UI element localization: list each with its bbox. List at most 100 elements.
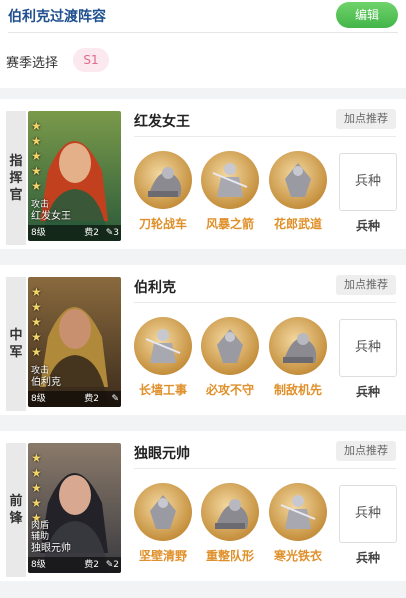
star-icon: ★ [31, 149, 42, 163]
skill-slot[interactable]: 坚壁清野 [133, 483, 193, 564]
recommend-button[interactable]: 加点推荐 [336, 275, 396, 295]
hero-cost: 费2 [84, 560, 99, 570]
faction-icon: ✎ [111, 394, 119, 404]
skill-slot[interactable]: 制敌机先 [268, 317, 328, 398]
skill-slot[interactable]: 花郎武道 [268, 151, 328, 232]
skill-slot[interactable]: 长墙工事 [133, 317, 193, 398]
portrait-info: 攻击 伯利克 [31, 366, 61, 389]
hero-name: 伯利克 [134, 280, 176, 296]
skill-icon [201, 483, 259, 541]
troop-slot[interactable]: 兵种 [339, 485, 397, 543]
season-chip[interactable]: S1 [73, 48, 109, 72]
skill-name: 寒光铁衣 [273, 549, 322, 563]
portrait-tag: 肉盾 [31, 521, 50, 531]
star-icon: ★ [31, 481, 42, 495]
skill-name: 制敌机先 [273, 383, 322, 397]
star-icon: ★ [31, 466, 42, 480]
skill-icon [134, 151, 192, 209]
position-char: 前 [9, 494, 23, 509]
hero-portrait[interactable]: ★ ★ ★ ★ ★ 攻击 伯利克 8级 费2 ✎ [28, 277, 121, 407]
position-label: 指挥官 [6, 111, 26, 245]
hero-card: 指挥官 ★ ★ ★ ★ ★ 攻击 红发女王 8级 费2 ✎3 红发女王 加点推荐 刀轮战车 风暴之箭 花郎武道… [0, 99, 406, 249]
skill-slot[interactable]: 寒光铁衣 [268, 483, 328, 564]
hero-name: 红发女王 [134, 114, 190, 130]
skill-name: 长墙工事 [138, 383, 187, 397]
season-label: 赛季选择 [6, 56, 59, 71]
skill-icon [134, 317, 192, 375]
star-icon: ★ [31, 179, 42, 193]
recommend-button[interactable]: 加点推荐 [336, 109, 396, 129]
position-char: 官 [9, 187, 23, 203]
divider [8, 32, 398, 33]
star-icon: ★ [31, 164, 42, 178]
skill-slot[interactable]: 刀轮战车 [133, 151, 193, 232]
faction-badge: ✎2 [106, 557, 119, 573]
position-char: 挥 [9, 170, 23, 186]
edit-button[interactable]: 编辑 [336, 2, 398, 28]
star-icon: ★ [31, 119, 42, 133]
star-icon: ★ [31, 330, 42, 344]
hero-level: 8级 [31, 228, 46, 238]
skill-icon [134, 483, 192, 541]
portrait-footer: 8级 费2 ✎3 [28, 225, 121, 241]
troop-slot[interactable]: 兵种 [339, 319, 397, 377]
divider [134, 136, 396, 137]
recommend-button[interactable]: 加点推荐 [336, 441, 396, 461]
star-icon: ★ [31, 285, 42, 299]
skill-slot[interactable]: 必攻不守 [200, 317, 260, 398]
skill-name: 刀轮战车 [138, 217, 187, 231]
star-icon: ★ [31, 451, 42, 465]
star-rating: ★ ★ ★ ★ ★ [31, 285, 45, 360]
star-icon: ★ [31, 496, 42, 510]
hero-level: 8级 [31, 394, 46, 404]
divider [134, 468, 396, 469]
skill-name: 重整队形 [205, 549, 254, 563]
position-char: 指 [9, 153, 23, 169]
hero-level: 8级 [31, 560, 46, 570]
position-label: 中军 [6, 277, 26, 411]
portrait-name: 红发女王 [31, 211, 71, 222]
portrait-name: 伯利克 [31, 377, 61, 388]
faction-badge: ✎ [111, 391, 119, 407]
star-icon: ★ [31, 345, 42, 359]
star-rating: ★ ★ ★ ★ ★ [31, 451, 45, 526]
hero-card: 前锋 ★ ★ ★ ★ ★ 肉盾 辅助 独眼元帅 8级 费2 ✎2 独眼元帅 加点推荐坚壁清野 重整队形 寒光铁… [0, 431, 406, 581]
skill-name: 坚壁清野 [138, 549, 187, 563]
skill-name: 必攻不守 [205, 383, 254, 397]
troop-label: 兵种 [355, 219, 380, 233]
hero-portrait[interactable]: ★ ★ ★ ★ ★ 肉盾 辅助 独眼元帅 8级 费2 ✎2 [28, 443, 121, 573]
position-label: 前锋 [6, 443, 26, 577]
skill-icon [269, 317, 327, 375]
portrait-info: 肉盾 辅助 独眼元帅 [31, 521, 71, 555]
position-char: 锋 [9, 511, 23, 526]
portrait-footer: 8级 费2 ✎2 [28, 557, 121, 573]
star-icon: ★ [31, 300, 42, 314]
portrait-footer: 8级 费2 ✎ [28, 391, 121, 407]
faction-badge: ✎3 [106, 225, 119, 241]
hero-cost: 费2 [84, 394, 99, 404]
position-char: 军 [9, 345, 23, 360]
position-char: 中 [9, 328, 23, 343]
faction-value: 2 [113, 560, 119, 570]
faction-value: 3 [113, 228, 119, 238]
star-icon: ★ [31, 134, 42, 148]
portrait-info: 攻击 红发女王 [31, 200, 71, 223]
portrait-tag: 辅助 [31, 532, 50, 542]
troop-slot[interactable]: 兵种 [339, 153, 397, 211]
top-panel: 伯利克过渡阵容 编辑 赛季选择 S1 [0, 0, 406, 88]
skill-slot[interactable]: 风暴之箭 [200, 151, 260, 232]
skill-icon [269, 151, 327, 209]
hero-name: 独眼元帅 [134, 446, 190, 462]
divider [134, 302, 396, 303]
portrait-tag: 攻击 [31, 366, 50, 376]
skill-name: 花郎武道 [273, 217, 322, 231]
page-title: 伯利克过渡阵容 [8, 9, 106, 25]
hero-cost: 费2 [84, 228, 99, 238]
star-rating: ★ ★ ★ ★ ★ [31, 119, 45, 194]
skill-slot[interactable]: 重整队形 [200, 483, 260, 564]
hero-portrait[interactable]: ★ ★ ★ ★ ★ 攻击 红发女王 8级 费2 ✎3 [28, 111, 121, 241]
skill-icon [201, 317, 259, 375]
troop-label: 兵种 [355, 385, 380, 399]
portrait-tag: 攻击 [31, 200, 50, 210]
troop-label: 兵种 [355, 551, 380, 565]
